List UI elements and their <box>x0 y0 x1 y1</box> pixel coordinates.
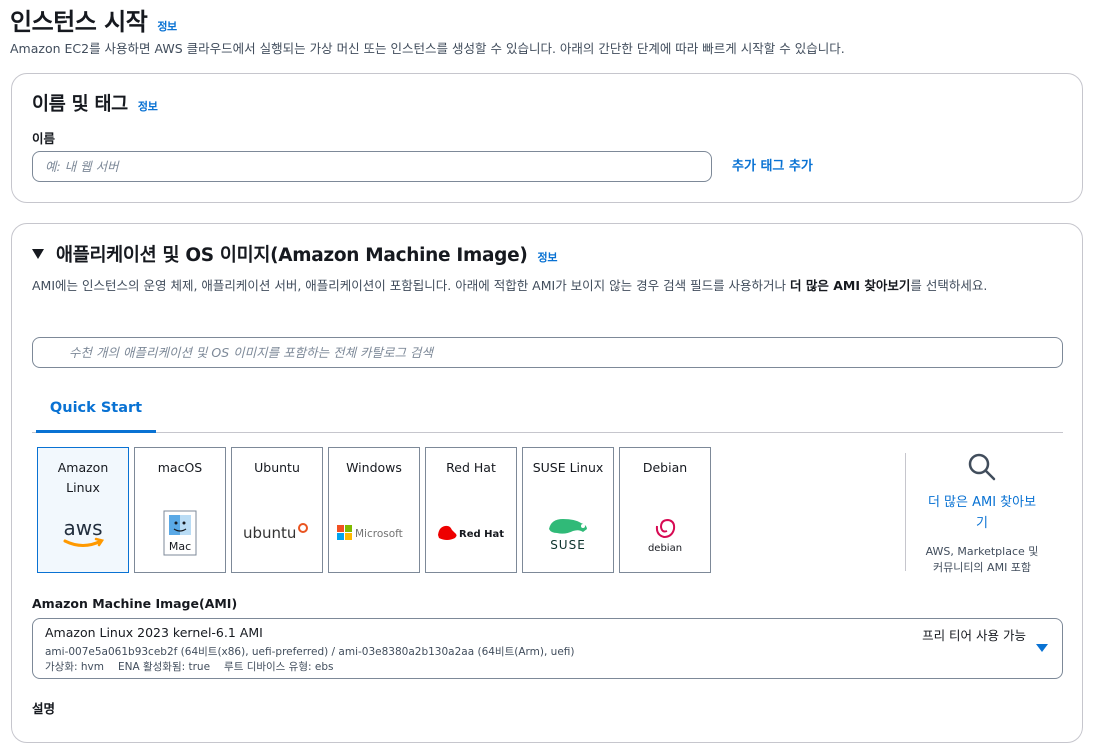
ami-ids: ami-007e5a061b93ceb2f (64비트(x86), uefi-p… <box>45 646 575 658</box>
free-tier-badge: 프리 티어 사용 가능 <box>922 628 1026 643</box>
aws-logo-icon: aws <box>38 506 128 560</box>
ami-section-description: AMI에는 인스턴스의 운영 체제, 애플리케이션 서버, 애플리케이션이 포함… <box>32 276 1062 296</box>
ubuntu-logo-icon: ubuntu <box>232 506 322 560</box>
debian-logo-text: debian <box>648 543 682 554</box>
description-label: 설명 <box>32 701 56 716</box>
ami-name: Amazon Linux 2023 kernel-6.1 AMI <box>45 625 263 640</box>
os-card-label: Windows <box>346 460 402 475</box>
ami-label: Amazon Machine Image(AMI) <box>32 596 238 611</box>
browse-more-amis-link[interactable]: 더 많은 AMI 찾아보기 <box>922 492 1042 534</box>
os-card-label: Amazon Linux <box>57 460 109 495</box>
name-label: 이름 <box>32 131 56 146</box>
ami-section-info-link[interactable]: 정보 <box>538 251 558 264</box>
ami-root-device: 루트 디바이스 유형: ebs <box>224 661 334 673</box>
os-card-macos[interactable]: macOS Mac <box>134 447 226 573</box>
ami-virtualization: 가상화: hvm <box>45 661 104 673</box>
os-card-label: SUSE Linux <box>532 460 604 475</box>
redhat-logo-icon: Red Hat <box>426 506 516 560</box>
os-card-label: macOS <box>157 460 203 475</box>
page-title-text: 인스턴스 시작 <box>10 8 148 36</box>
application-os-images-panel: 애플리케이션 및 OS 이미지(Amazon Machine Image) 정보 … <box>11 223 1083 743</box>
microsoft-logo-text: Microsoft <box>355 528 403 540</box>
name-section-title: 이름 및 태그 정보 <box>32 90 158 116</box>
collapse-caret-icon[interactable] <box>32 249 44 259</box>
tab-quick-start[interactable]: Quick Start <box>36 389 156 433</box>
ami-tabs: Quick Start <box>32 389 1063 433</box>
redhat-logo-text: Red Hat <box>459 529 504 540</box>
os-card-windows[interactable]: Windows Microsoft <box>328 447 420 573</box>
ubuntu-logo-text: ubuntu <box>243 524 296 542</box>
page-title: 인스턴스 시작 정보 <box>10 2 177 37</box>
search-icon[interactable] <box>967 452 997 482</box>
debian-logo-icon: debian <box>620 506 710 560</box>
ami-search-input[interactable] <box>32 337 1063 368</box>
page-info-link[interactable]: 정보 <box>157 20 177 33</box>
suse-logo-text: SUSE <box>550 538 586 552</box>
browse-more-amis-sub: AWS, Marketplace 및 커뮤니티의 AMI 포함 <box>925 545 1039 574</box>
ami-meta: 가상화: hvm ENA 활성화됨: true 루트 디바이스 유형: ebs <box>45 659 347 674</box>
mac-logo-text: Mac <box>169 540 191 553</box>
name-section-info-link[interactable]: 정보 <box>138 100 158 113</box>
name-input[interactable] <box>32 151 712 182</box>
dropdown-arrow-icon[interactable] <box>1036 644 1048 652</box>
suse-logo-icon: SUSE <box>523 506 613 560</box>
ami-select[interactable]: Amazon Linux 2023 kernel-6.1 AMI ami-007… <box>32 618 1063 679</box>
name-and-tags-panel: 이름 및 태그 정보 이름 추가 태그 추가 <box>11 73 1083 203</box>
os-card-suse-linux[interactable]: SUSE Linux SUSE <box>522 447 614 573</box>
ami-desc-part2: 를 선택하세요. <box>910 278 988 293</box>
os-card-debian[interactable]: Debian debian <box>619 447 711 573</box>
os-card-label: Debian <box>642 460 688 475</box>
aws-logo-text: aws <box>63 516 102 540</box>
mac-logo-icon: Mac <box>135 506 225 560</box>
add-tags-link[interactable]: 추가 태그 추가 <box>732 155 813 174</box>
ami-section-title: 애플리케이션 및 OS 이미지(Amazon Machine Image) <box>56 245 528 266</box>
os-card-label: Ubuntu <box>254 460 300 475</box>
ami-section-header[interactable]: 애플리케이션 및 OS 이미지(Amazon Machine Image) 정보 <box>32 241 557 267</box>
microsoft-logo-icon: Microsoft <box>329 506 419 560</box>
ami-desc-part1: AMI에는 인스턴스의 운영 체제, 애플리케이션 서버, 애플리케이션이 포함… <box>32 278 791 293</box>
ami-desc-bold: 더 많은 AMI 찾아보기 <box>790 278 911 293</box>
os-card-red-hat[interactable]: Red Hat Red Hat <box>425 447 517 573</box>
ami-ena: ENA 활성화됨: true <box>117 661 211 673</box>
os-card-label: Red Hat <box>446 460 496 475</box>
os-card-amazon-linux[interactable]: Amazon Linux aws <box>37 447 129 573</box>
browse-more-divider <box>905 453 906 571</box>
ami-search <box>32 337 1063 368</box>
page-description: Amazon EC2를 사용하면 AWS 클라우드에서 실행되는 가상 머신 또… <box>10 41 845 56</box>
name-section-title-text: 이름 및 태그 <box>32 94 128 115</box>
os-card-ubuntu[interactable]: Ubuntu ubuntu <box>231 447 323 573</box>
browse-more-amis[interactable]: 더 많은 AMI 찾아보기 AWS, Marketplace 및 커뮤니티의 A… <box>922 452 1042 576</box>
